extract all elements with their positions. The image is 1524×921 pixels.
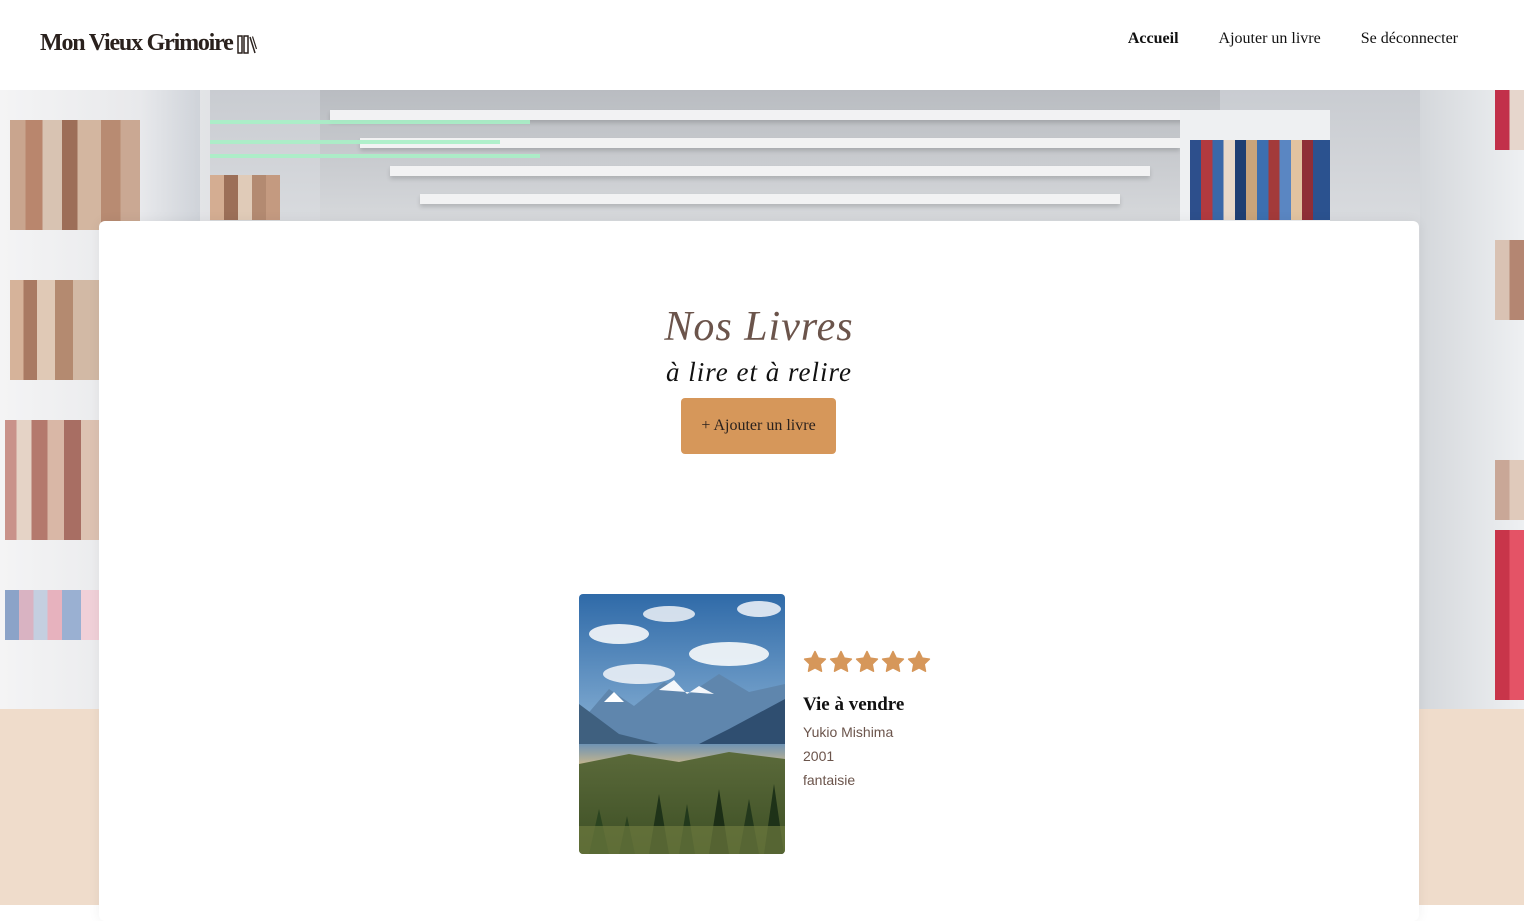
book-author: Yukio Mishima (803, 724, 894, 740)
books-icon (236, 33, 257, 55)
logo-text: Mon Vieux Grimoire (40, 30, 234, 56)
nav-link-accueil[interactable]: Accueil (1128, 30, 1179, 48)
nav-link-deconnecter[interactable]: Se déconnecter (1361, 30, 1458, 48)
book-cover-image[interactable] (579, 594, 785, 854)
book-title[interactable]: Vie à vendre (803, 694, 904, 716)
star-icon (803, 650, 827, 672)
star-icon (881, 650, 905, 672)
site-logo[interactable]: Mon Vieux Grimoire (40, 30, 257, 57)
star-icon (907, 650, 931, 672)
main-nav: Accueil Ajouter un livre Se déconnecter (1128, 30, 1458, 48)
book-genre: fantaisie (803, 772, 856, 788)
main-content-card: Nos Livres à lire et à relire + Ajouter … (99, 221, 1419, 921)
book-year: 2001 (803, 748, 835, 764)
star-icon (855, 650, 879, 672)
site-header: Mon Vieux Grimoire Accueil Ajouter un li… (0, 0, 1524, 90)
add-book-button[interactable]: + Ajouter un livre (681, 398, 836, 454)
nav-link-ajouter-livre[interactable]: Ajouter un livre (1219, 30, 1321, 48)
page-title: Nos Livres (664, 304, 854, 350)
book-card[interactable]: Vie à vendre Yukio Mishima 2001 fantaisi… (579, 594, 959, 854)
page-subtitle: à lire et à relire (666, 357, 852, 387)
star-icon (829, 650, 853, 672)
book-rating (803, 650, 931, 674)
mountain-landscape-icon (579, 594, 785, 854)
